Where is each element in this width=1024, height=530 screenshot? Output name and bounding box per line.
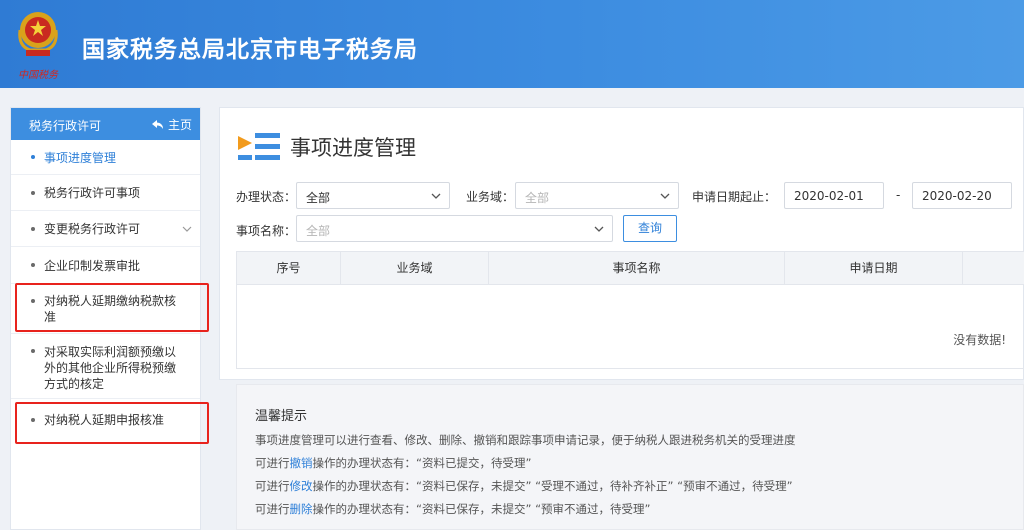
home-label: 主页 bbox=[167, 118, 192, 132]
bullet-icon bbox=[31, 263, 35, 267]
status-value: 全部 bbox=[306, 191, 331, 205]
status-label: 办理状态： bbox=[236, 190, 297, 204]
date-start-input[interactable]: 2020-02-01 bbox=[784, 182, 884, 209]
empty-state-text: 没有数据! bbox=[953, 333, 1006, 347]
column-header[interactable]: 申请日期 bbox=[785, 252, 963, 285]
site-title: 国家税务总局北京市电子税务局 bbox=[82, 37, 418, 63]
bullet-icon bbox=[31, 155, 35, 159]
tip-line: 可进行撤销操作的办理状态有：“资料已提交，待受理” bbox=[255, 455, 531, 471]
sidebar-item-progress[interactable]: 事项进度管理 bbox=[11, 140, 200, 175]
chevron-down-icon bbox=[431, 193, 441, 199]
item-name-select[interactable]: 全部 bbox=[296, 215, 613, 242]
table-header: 序号 业务域 事项名称 申请日期 bbox=[237, 252, 1024, 285]
chevron-down-icon bbox=[594, 226, 604, 232]
page-title: 事项进度管理 bbox=[290, 136, 416, 160]
domain-placeholder: 全部 bbox=[525, 191, 550, 205]
column-header[interactable]: 事项名称 bbox=[489, 252, 785, 285]
tip-text: 可进行 bbox=[255, 456, 290, 470]
tips-panel: 温馨提示 事项进度管理可以进行查看、修改、删除、撤销和跟踪事项申请记录，便于纳税… bbox=[236, 384, 1024, 530]
results-table: 序号 业务域 事项名称 申请日期 没有数据! bbox=[236, 251, 1024, 369]
sidebar-item-change-permit[interactable]: 变更税务行政许可 bbox=[11, 211, 200, 247]
tip-line: 可进行修改操作的办理状态有：“资料已保存，未提交” “受理不通过，待补齐补正” … bbox=[255, 478, 793, 494]
tip-line: 事项进度管理可以进行查看、修改、删除、撤销和跟踪事项申请记录，便于纳税人跟进税务… bbox=[255, 433, 796, 447]
svg-text:中国税务: 中国税务 bbox=[18, 69, 59, 81]
back-arrow-icon bbox=[151, 119, 163, 129]
label-line: 对采取实际利润额预缴以 bbox=[44, 345, 177, 359]
sidebar-item-label: 变更税务行政许可 bbox=[44, 222, 141, 236]
chevron-down-icon bbox=[660, 193, 670, 199]
delete-link[interactable]: 删除 bbox=[290, 502, 313, 516]
label-line: 方式的核定 bbox=[44, 377, 105, 391]
home-link[interactable]: 主页 bbox=[151, 116, 192, 133]
sidebar-item-label: 对采取实际利润额预缴以 外的其他企业所得税预缴 方式的核定 bbox=[44, 344, 176, 392]
highlight-box bbox=[15, 283, 209, 332]
date-start-value: 2020-02-01 bbox=[794, 189, 864, 203]
sidebar-item-permit-items[interactable]: 税务行政许可事项 bbox=[11, 175, 200, 211]
domain-label: 业务域： bbox=[466, 190, 515, 204]
sidebar-item-label: 税务行政许可事项 bbox=[44, 186, 141, 200]
sidebar-item-label: 事项进度管理 bbox=[44, 151, 117, 165]
label-line: 外的其他企业所得税预缴 bbox=[44, 361, 177, 375]
tip-line: 可进行删除操作的办理状态有：“资料已保存，未提交” “预审不通过，待受理” bbox=[255, 501, 650, 517]
tip-text: 操作的办理状态有：“资料已保存，未提交” “受理不通过，待补齐补正” “预审不通… bbox=[312, 479, 793, 493]
bullet-icon bbox=[31, 190, 35, 195]
column-header[interactable]: 业务域 bbox=[341, 252, 489, 285]
sidebar-item-invoice-approval[interactable]: 企业印制发票审批 bbox=[11, 247, 200, 284]
revoke-link[interactable]: 撤销 bbox=[290, 456, 313, 470]
tip-text: 可进行 bbox=[255, 502, 290, 516]
column-header-empty bbox=[963, 252, 1024, 285]
highlight-box bbox=[15, 402, 209, 444]
sidebar-item-label: 企业印制发票审批 bbox=[44, 259, 141, 273]
chevron-down-icon bbox=[182, 226, 192, 232]
list-icon bbox=[238, 133, 280, 160]
date-separator: - bbox=[896, 188, 901, 202]
domain-select[interactable]: 全部 bbox=[515, 182, 679, 209]
column-header[interactable]: 序号 bbox=[237, 252, 341, 285]
item-name-placeholder: 全部 bbox=[306, 224, 331, 238]
tip-text: 操作的办理状态有：“资料已提交，待受理” bbox=[312, 456, 532, 470]
sidebar-header: 税务行政许可 主页 bbox=[11, 108, 200, 140]
tip-text: 可进行 bbox=[255, 479, 290, 493]
date-end-value: 2020-02-20 bbox=[922, 189, 992, 203]
bullet-icon bbox=[31, 226, 35, 231]
date-end-input[interactable]: 2020-02-20 bbox=[912, 182, 1012, 209]
sidebar-item-prepayment-method[interactable]: 对采取实际利润额预缴以 外的其他企业所得税预缴 方式的核定 bbox=[11, 334, 200, 399]
modify-link[interactable]: 修改 bbox=[290, 479, 313, 493]
tips-title: 温馨提示 bbox=[255, 409, 308, 424]
bullet-icon bbox=[31, 349, 35, 353]
tax-emblem-logo: 中国税务 bbox=[18, 12, 59, 81]
status-select[interactable]: 全部 bbox=[296, 182, 450, 209]
query-button[interactable]: 查询 bbox=[623, 215, 677, 242]
main-panel: 事项进度管理 办理状态： 全部 业务域： 全部 申请日期起止： 2020-02-… bbox=[219, 107, 1024, 380]
item-name-label: 事项名称： bbox=[236, 224, 297, 238]
sidebar-title: 税务行政许可 bbox=[29, 119, 102, 133]
date-range-label: 申请日期起止： bbox=[692, 190, 777, 204]
tip-text: 操作的办理状态有：“资料已保存，未提交” “预审不通过，待受理” bbox=[312, 502, 651, 516]
site-header: 中国税务 国家税务总局北京市电子税务局 bbox=[0, 0, 1024, 88]
